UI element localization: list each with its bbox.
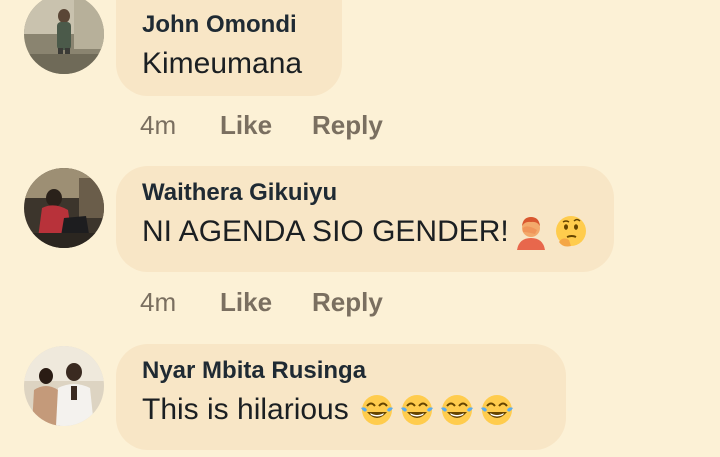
comment-text-content: Kimeumana (142, 47, 303, 80)
person-facepalming-emoji (513, 214, 549, 250)
comment-item: Waithera Gikuiyu NI AGENDA SIO GENDER! 4… (0, 166, 720, 331)
like-button[interactable]: Like (220, 110, 312, 141)
tears-of-joy-emoji (479, 392, 515, 428)
reply-button[interactable]: Reply (312, 287, 383, 318)
comment-text: This is hilarious (142, 390, 540, 430)
comment-author[interactable]: Waithera Gikuiyu (142, 178, 588, 208)
comment-text-content: This is hilarious (142, 393, 349, 426)
comment-item: John Omondi Kimeumana 4m Like Reply (0, 0, 720, 160)
tears-of-joy-emoji (399, 392, 435, 428)
comment-actions: 4m Like Reply (140, 287, 383, 318)
comment-text-content: NI AGENDA SIO GENDER! (142, 215, 509, 248)
avatar[interactable] (24, 168, 104, 248)
comment-item: Nyar Mbita Rusinga This is hilarious (0, 344, 720, 457)
comment-author[interactable]: John Omondi (142, 10, 316, 40)
reply-button[interactable]: Reply (312, 110, 383, 141)
comment-bubble[interactable]: John Omondi Kimeumana (116, 0, 342, 96)
comment-author[interactable]: Nyar Mbita Rusinga (142, 356, 540, 386)
comment-timestamp: 4m (140, 287, 177, 317)
thinking-face-emoji (553, 214, 589, 250)
avatar[interactable] (24, 346, 104, 426)
comment-actions: 4m Like Reply (140, 110, 383, 141)
comment-bubble[interactable]: Nyar Mbita Rusinga This is hilarious (116, 344, 566, 450)
comment-text: NI AGENDA SIO GENDER! (142, 212, 588, 252)
comment-timestamp: 4m (140, 110, 177, 140)
tears-of-joy-emoji (439, 392, 475, 428)
avatar[interactable] (24, 0, 104, 74)
comment-bubble[interactable]: Waithera Gikuiyu NI AGENDA SIO GENDER! (116, 166, 614, 272)
like-button[interactable]: Like (220, 287, 312, 318)
comment-text: Kimeumana (142, 44, 316, 84)
tears-of-joy-emoji (359, 392, 395, 428)
